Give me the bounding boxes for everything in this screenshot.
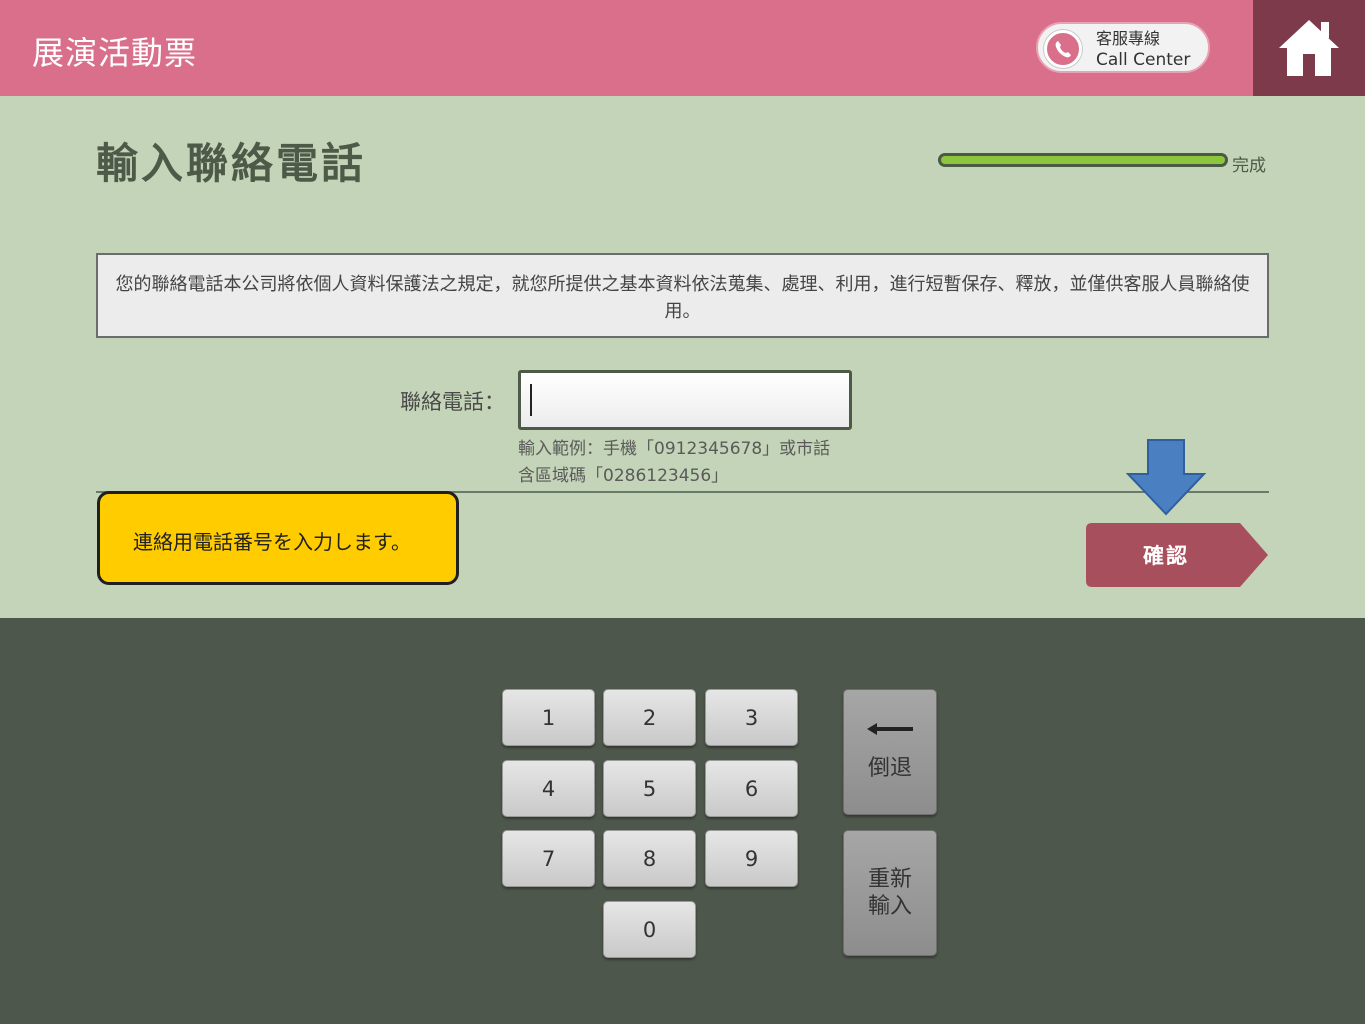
phone-input[interactable]: [518, 370, 852, 430]
key-5[interactable]: 5: [603, 760, 696, 817]
key-8[interactable]: 8: [603, 830, 696, 887]
app-title: 展演活動票: [32, 34, 198, 72]
confirm-button[interactable]: 確認: [1086, 523, 1268, 587]
input-hint-line1: 輸入範例：手機「0912345678」或市話: [518, 439, 831, 459]
progress-bar: [938, 153, 1228, 167]
key-4[interactable]: 4: [502, 760, 595, 817]
call-center-label-en: Call Center: [1096, 50, 1191, 70]
home-button[interactable]: [1253, 0, 1365, 96]
call-center-button[interactable]: 客服專線 Call Center: [1036, 22, 1210, 73]
input-hint-line2: 含區域碼「0286123456」: [518, 466, 729, 486]
key-6[interactable]: 6: [705, 760, 798, 817]
phone-label: 聯絡電話：: [400, 390, 505, 414]
confirm-label: 確認: [1143, 544, 1189, 568]
call-center-label-zh: 客服專線: [1096, 29, 1161, 48]
key-1[interactable]: 1: [502, 689, 595, 746]
key-2[interactable]: 2: [603, 689, 696, 746]
backspace-button[interactable]: 倒退: [843, 689, 937, 815]
reset-label: 重新輸入: [867, 867, 912, 919]
home-icon: [1279, 20, 1339, 76]
key-0[interactable]: 0: [603, 901, 696, 958]
page-title: 輸入聯絡電話: [96, 139, 367, 188]
input-hint: 輸入範例：手機「0912345678」或市話 含區域碼「0286123456」: [518, 436, 878, 490]
key-3[interactable]: 3: [705, 689, 798, 746]
back-arrow-icon: [867, 723, 913, 735]
key-9[interactable]: 9: [705, 830, 798, 887]
progress-fill: [941, 156, 1225, 164]
backspace-label: 倒退: [867, 756, 912, 781]
header-bar: 展演活動票 客服專線 Call Center: [0, 0, 1365, 96]
key-7[interactable]: 7: [502, 830, 595, 887]
text-caret: [530, 384, 532, 416]
reset-button[interactable]: 重新輸入: [843, 830, 937, 956]
down-arrow-icon: [1126, 439, 1206, 516]
instruction-callout: 連絡用電話番号を入力します。: [97, 491, 459, 585]
progress-label: 完成: [1232, 156, 1266, 176]
phone-icon: [1044, 30, 1082, 68]
privacy-notice: 您的聯絡電話本公司將依個人資料保護法之規定，就您所提供之基本資料依法蒐集、處理、…: [96, 253, 1269, 338]
keypad-panel: 1 2 3 4 5 6 7 8 9 0 倒退 重新輸入: [0, 618, 1365, 1024]
